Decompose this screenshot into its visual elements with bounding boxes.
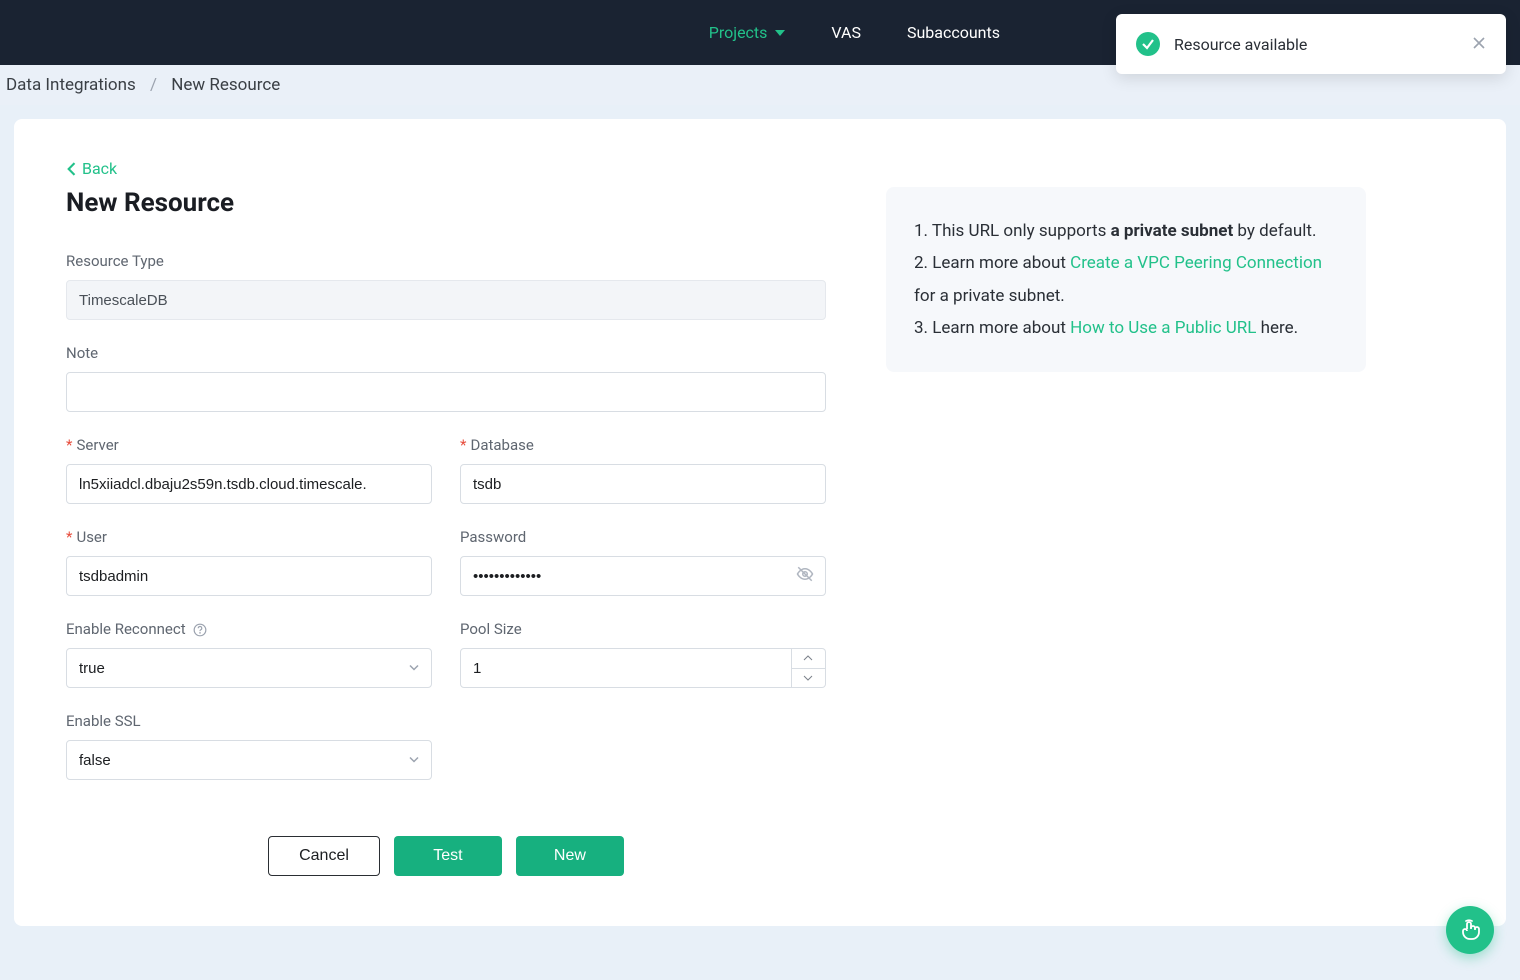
resource-type-label: Resource Type: [66, 252, 826, 270]
back-link[interactable]: Back: [66, 159, 117, 178]
reconnect-select[interactable]: [66, 648, 432, 688]
toast-notification: Resource available: [1116, 14, 1506, 74]
note-input[interactable]: [66, 372, 826, 412]
vpc-peering-link[interactable]: Create a VPC Peering Connection: [1070, 253, 1322, 273]
form-actions: Cancel Test New: [66, 836, 826, 876]
server-label: *Server: [66, 436, 432, 454]
help-icon[interactable]: [193, 623, 207, 637]
poolsize-increment[interactable]: [792, 649, 825, 669]
info-line-2: 2. Learn more about Create a VPC Peering…: [914, 247, 1338, 312]
info-panel: 1. This URL only supports a private subn…: [886, 187, 1366, 372]
chevron-left-icon: [66, 162, 76, 176]
nav-subaccounts[interactable]: Subaccounts: [907, 23, 1000, 42]
success-icon: [1136, 32, 1160, 56]
chevron-down-icon: [775, 30, 785, 36]
back-label: Back: [82, 159, 117, 178]
nav-vas[interactable]: VAS: [831, 23, 861, 42]
toast-message: Resource available: [1174, 35, 1458, 54]
field-ssl: Enable SSL: [66, 712, 432, 780]
password-input[interactable]: [460, 556, 826, 596]
ssl-label: Enable SSL: [66, 712, 432, 730]
note-label: Note: [66, 344, 826, 362]
help-fab[interactable]: [1446, 906, 1494, 954]
field-poolsize: Pool Size: [460, 620, 826, 688]
info-line-3: 3. Learn more about How to Use a Public …: [914, 312, 1338, 344]
server-input[interactable]: [66, 464, 432, 504]
breadcrumb-separator: /: [150, 75, 157, 95]
field-database: *Database: [460, 436, 826, 504]
field-server: *Server: [66, 436, 432, 504]
nav-item-label: VAS: [831, 23, 861, 42]
resource-type-input: [66, 280, 826, 320]
nav-projects[interactable]: Projects: [709, 23, 786, 42]
poolsize-label: Pool Size: [460, 620, 826, 638]
reconnect-label: Enable Reconnect: [66, 620, 432, 638]
page-title: New Resource: [66, 188, 826, 218]
password-label: Password: [460, 528, 826, 546]
field-user: *User: [66, 528, 432, 596]
new-button[interactable]: New: [516, 836, 624, 876]
test-button[interactable]: Test: [394, 836, 502, 876]
eye-off-icon[interactable]: [796, 565, 814, 587]
cancel-button[interactable]: Cancel: [268, 836, 380, 876]
poolsize-decrement[interactable]: [792, 669, 825, 688]
user-input[interactable]: [66, 556, 432, 596]
breadcrumb-root[interactable]: Data Integrations: [6, 75, 136, 95]
close-icon[interactable]: [1472, 34, 1486, 55]
form-area: Back New Resource Resource Type Note *Se…: [66, 159, 826, 876]
main-card: Back New Resource Resource Type Note *Se…: [14, 119, 1506, 926]
nav-item-label: Projects: [709, 23, 768, 42]
pointer-icon: [1458, 918, 1482, 942]
nav-item-label: Subaccounts: [907, 23, 1000, 42]
field-password: Password: [460, 528, 826, 596]
public-url-link[interactable]: How to Use a Public URL: [1070, 318, 1256, 338]
user-label: *User: [66, 528, 432, 546]
info-line-1: 1. This URL only supports a private subn…: [914, 215, 1338, 247]
database-input[interactable]: [460, 464, 826, 504]
field-note: Note: [66, 344, 826, 412]
breadcrumb-current: New Resource: [171, 75, 280, 95]
ssl-select[interactable]: [66, 740, 432, 780]
poolsize-input[interactable]: [460, 648, 792, 688]
field-reconnect: Enable Reconnect: [66, 620, 432, 688]
database-label: *Database: [460, 436, 826, 454]
field-resource-type: Resource Type: [66, 252, 826, 320]
